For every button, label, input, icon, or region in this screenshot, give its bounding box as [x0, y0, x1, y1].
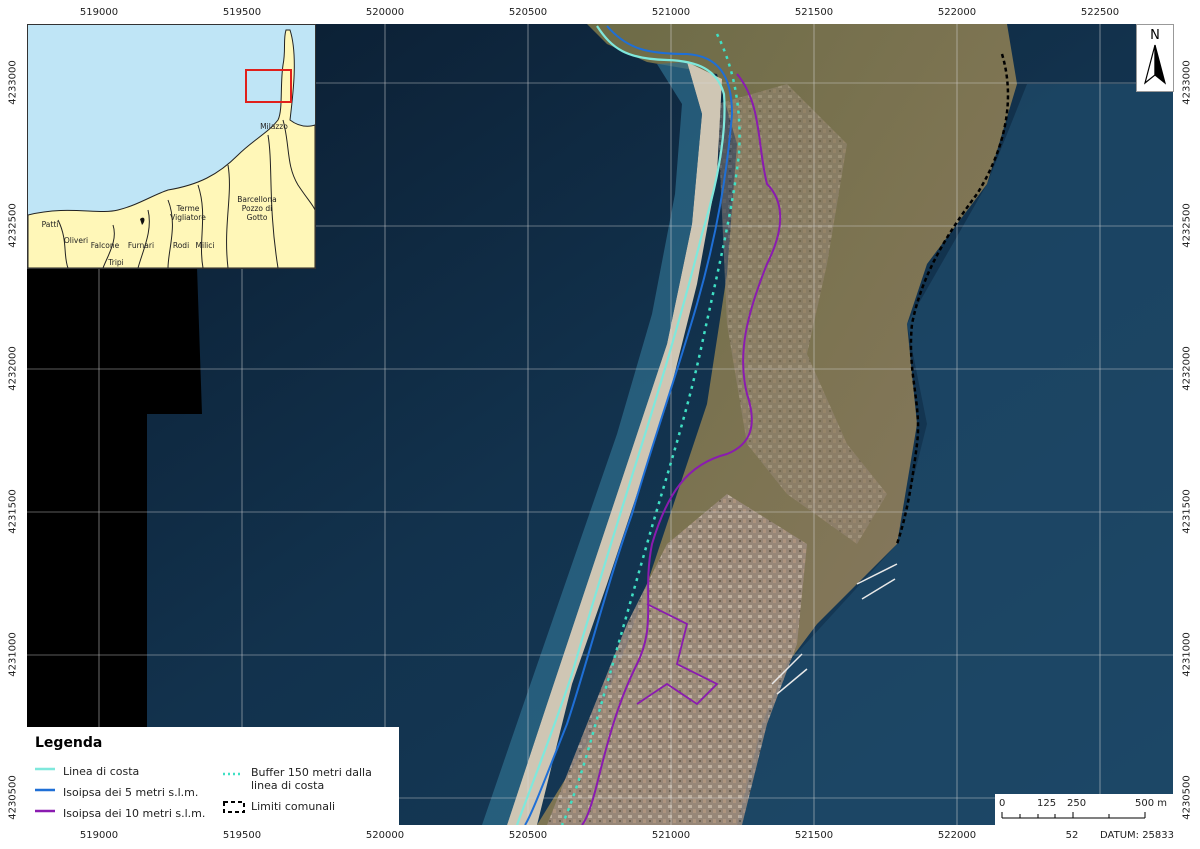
y-coord-right: 4233000: [1181, 60, 1193, 105]
x-coord-bottom: 519500: [222, 830, 262, 841]
x-coord-top: 520000: [365, 7, 405, 18]
legend-label-buffer: Buffer 150 metri dalla linea di costa: [251, 766, 372, 792]
inset-locator-map: Milazzo Terme Vigliatore Barcellona Pozz…: [27, 24, 316, 269]
x-coord-top: 522500: [1080, 7, 1120, 18]
y-coord-left: 4232500: [7, 203, 19, 248]
legend-symbol-isoline-10m: [35, 809, 55, 813]
inset-label-furnari: Furnari: [127, 241, 155, 250]
x-coord-bottom: 520500: [508, 830, 548, 841]
x-coord-bottom: 521500: [794, 830, 834, 841]
legend-symbol-isoline-5m: [35, 788, 55, 792]
legend-label-coastline: Linea di costa: [63, 765, 140, 778]
inset-label-oliveri: Oliveri: [63, 236, 89, 245]
inset-label-rodi: Rodi: [172, 241, 190, 250]
legend-label-isoline-10m: Isoipsa dei 10 metri s.l.m.: [63, 807, 206, 820]
legend-panel: Legenda Linea di costa Isoipsa dei 5 met…: [27, 727, 399, 825]
scale-bar: 0 125 250 500 m: [995, 794, 1173, 825]
y-coord-left: 4231500: [7, 489, 19, 534]
inset-label-milici: Milici: [195, 241, 215, 250]
x-coord-bottom-partial: 52: [1065, 830, 1079, 841]
inset-label-tripi: Tripi: [108, 258, 124, 267]
y-coord-left: 4232000: [7, 346, 19, 391]
y-coord-left: 4230500: [7, 775, 19, 820]
inset-label-patti: Patti: [41, 220, 59, 229]
x-coord-top: 522000: [937, 7, 977, 18]
y-coord-right: 4232000: [1181, 346, 1193, 391]
legend-symbol-municipal-limit: [223, 801, 245, 813]
y-coord-right: 4231000: [1181, 632, 1193, 677]
x-coord-top: 519000: [79, 7, 119, 18]
x-coord-top: 521000: [651, 7, 691, 18]
x-coord-bottom: 522000: [937, 830, 977, 841]
y-coord-right: 4232500: [1181, 203, 1193, 248]
inset-label-terme-vigliatore: Terme Vigliatore: [170, 204, 206, 222]
x-coord-bottom: 521000: [651, 830, 691, 841]
datum-label: DATUM: 25833: [1100, 830, 1200, 841]
scale-bar-graphic: [1001, 812, 1146, 819]
inset-label-falcone: Falcone: [90, 241, 120, 250]
map-frame: 519000 519500 520000 520500 521000 52150…: [0, 0, 1200, 849]
x-coord-top: 521500: [794, 7, 834, 18]
x-coord-bottom: 519000: [79, 830, 119, 841]
y-coord-right: 4231500: [1181, 489, 1193, 534]
x-coord-bottom: 520000: [365, 830, 405, 841]
x-coord-top: 520500: [508, 7, 548, 18]
y-coord-left: 4231000: [7, 632, 19, 677]
y-coord-right: 4230500: [1181, 775, 1193, 820]
inset-map-drawing: [28, 29, 315, 268]
x-coord-top: 519500: [222, 7, 262, 18]
legend-label-municipal-limit: Limiti comunali: [251, 800, 336, 813]
inset-label-barcellona: Barcellona Pozzo di Gotto: [237, 195, 277, 222]
inset-label-milazzo: Milazzo: [260, 122, 288, 131]
legend-title: Legenda: [35, 735, 103, 751]
y-coord-left: 4233000: [7, 60, 19, 105]
inset-land: [28, 29, 315, 268]
legend-symbol-buffer: [223, 772, 243, 776]
north-arrow: N: [1136, 24, 1174, 92]
legend-symbol-coastline: [35, 767, 55, 771]
north-arrow-icon: [1143, 44, 1167, 85]
legend-label-isoline-5m: Isoipsa dei 5 metri s.l.m.: [63, 786, 199, 799]
